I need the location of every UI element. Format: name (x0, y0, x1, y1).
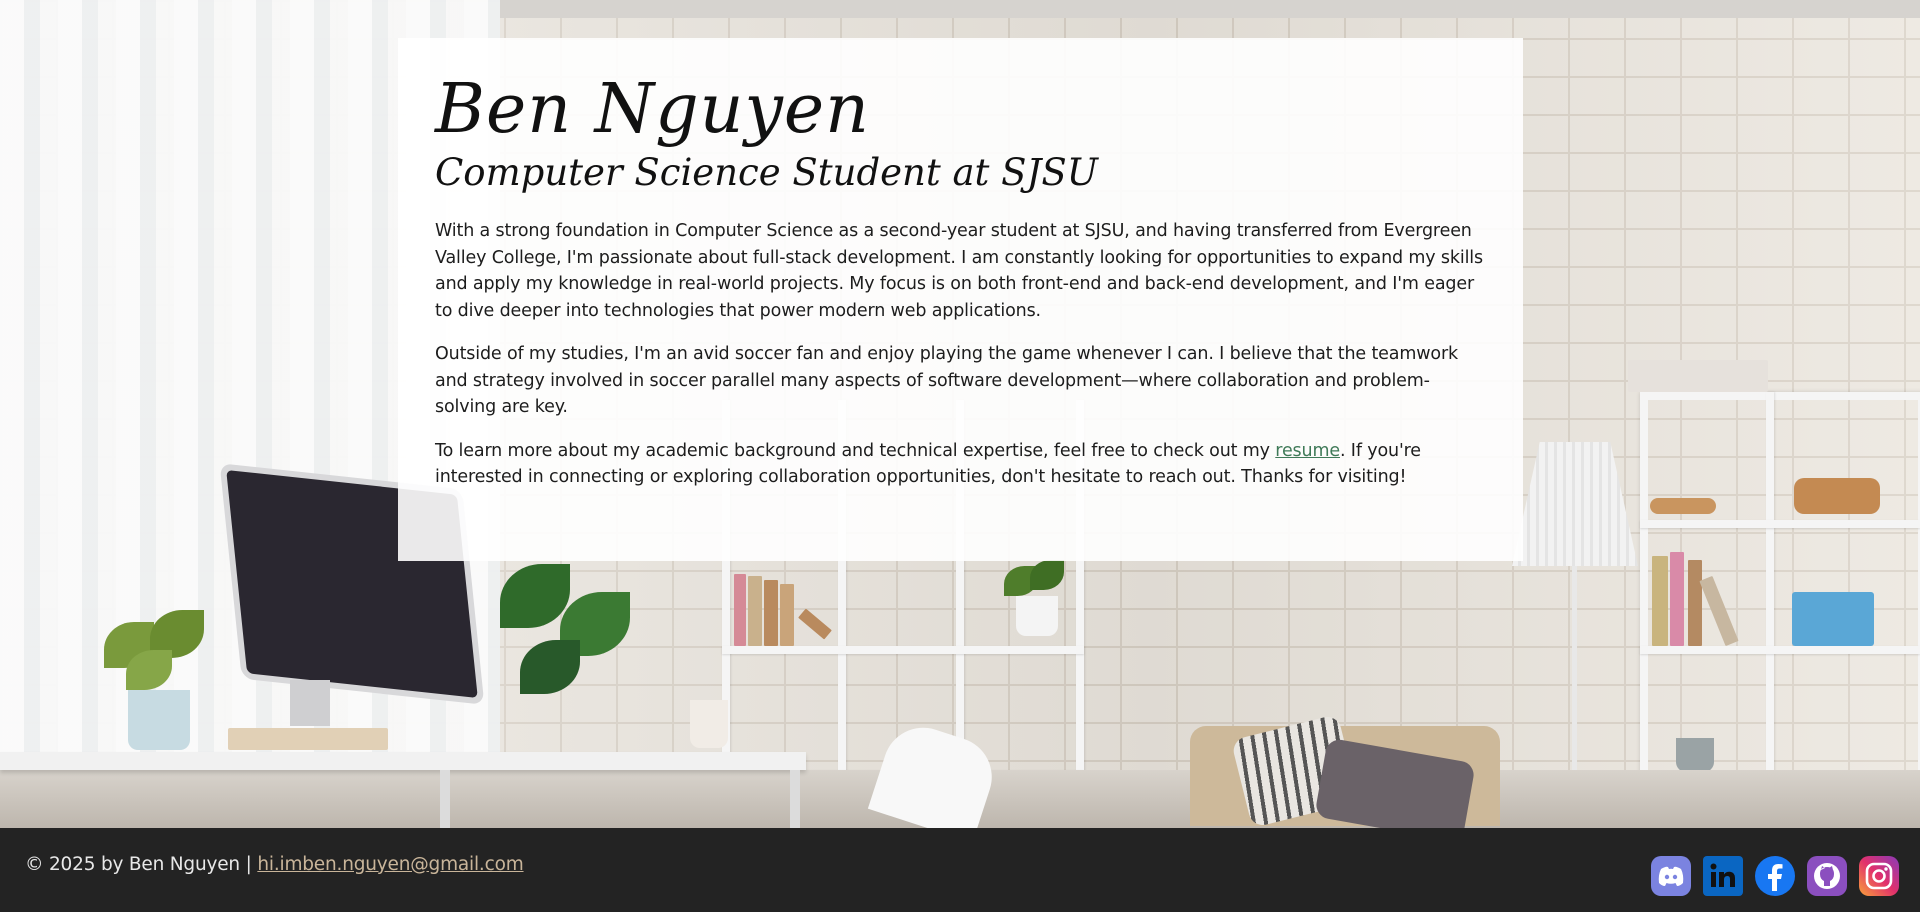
book-on-desk (228, 728, 388, 750)
linkedin-icon (1706, 859, 1740, 893)
about-paragraph-3-text-start: To learn more about my academic backgrou… (435, 440, 1276, 461)
toy-plane (1794, 478, 1880, 514)
discord-icon (1658, 866, 1684, 886)
plant-pot (1676, 738, 1714, 772)
about-paragraph-1: With a strong foundation in Computer Sci… (435, 221, 1483, 321)
desk-leg (790, 770, 800, 828)
plant-pot (1016, 596, 1058, 636)
book-stack (1648, 552, 1768, 647)
about-card: Ben Nguyen Computer Science Student at S… (398, 38, 1523, 561)
book-stack (730, 570, 832, 646)
resume-link[interactable]: resume (1275, 441, 1340, 461)
facebook-link[interactable] (1755, 856, 1795, 896)
magazine-stack (1628, 360, 1768, 392)
desk (0, 752, 806, 770)
social-links (1651, 856, 1899, 896)
shelf-board (1640, 646, 1920, 654)
profile-name: Ben Nguyen (435, 70, 870, 149)
facebook-icon (1768, 864, 1783, 891)
ceiling (500, 0, 1920, 18)
instagram-icon (1865, 862, 1893, 890)
linkedin-link[interactable] (1703, 856, 1743, 896)
coffee-cup (690, 700, 728, 748)
toy-car (1650, 498, 1716, 514)
copyright-text: © 2025 by Ben Nguyen | (25, 853, 258, 875)
shelf-board (1640, 520, 1920, 528)
monitor-stand (290, 680, 330, 726)
footer: © 2025 by Ben Nguyen | hi.imben.nguyen@g… (0, 828, 1920, 912)
plant-pot (128, 690, 190, 750)
desk-leg (440, 770, 450, 828)
shelf-board (722, 646, 1084, 654)
about-paragraph-2: Outside of my studies, I'm an avid socce… (435, 344, 1458, 417)
discord-link[interactable] (1651, 856, 1691, 896)
about-paragraph-3: To learn more about my academic backgrou… (435, 438, 1483, 491)
profile-title: Computer Science Student at SJSU (435, 151, 1098, 194)
footer-copyright: © 2025 by Ben Nguyen | hi.imben.nguyen@g… (25, 854, 524, 875)
instagram-link[interactable] (1859, 856, 1899, 896)
github-icon (1814, 863, 1840, 889)
blue-box (1792, 592, 1874, 646)
email-link[interactable]: hi.imben.nguyen@gmail.com (257, 854, 523, 875)
github-link[interactable] (1807, 856, 1847, 896)
